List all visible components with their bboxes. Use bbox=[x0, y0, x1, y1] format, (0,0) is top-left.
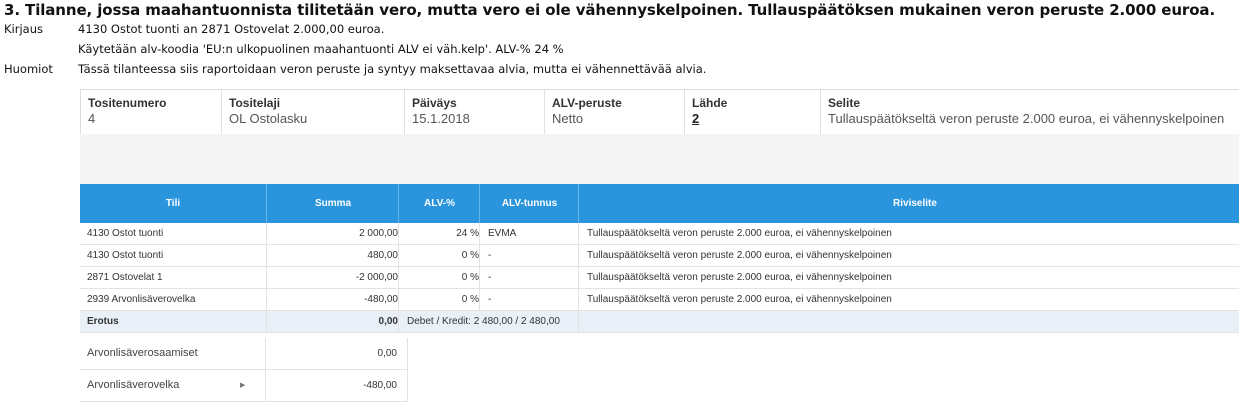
cell-account[interactable]: 2871 Ostovelat 1 bbox=[80, 267, 272, 288]
cell-amount[interactable]: -480,00 bbox=[266, 289, 398, 310]
voucher-type-value: OL Ostolasku bbox=[229, 111, 308, 126]
grid-header: Tili Summa ALV-% ALV-tunnus Riviselite bbox=[80, 184, 1239, 223]
cell-vat-code[interactable]: - bbox=[479, 245, 586, 266]
table-row[interactable]: 2939 Arvonlisäverovelka -480,00 0 % - Tu… bbox=[80, 289, 1239, 311]
voucher-date-cell: Päiväys 15.1.2018 bbox=[404, 90, 545, 135]
voucher-description-value: Tullauspäätökseltä veron peruste 2.000 e… bbox=[828, 111, 1225, 126]
voucher-number-value: 4 bbox=[88, 111, 96, 126]
voucher-source-link[interactable]: 2 bbox=[692, 111, 699, 126]
cell-vat-percent[interactable]: 24 % bbox=[398, 223, 479, 244]
summary-divider bbox=[265, 338, 266, 369]
voucher-source-label: Lähde bbox=[692, 96, 728, 110]
summary-divider bbox=[265, 370, 266, 401]
cell-account[interactable]: 4130 Ostot tuonti bbox=[80, 245, 272, 266]
cell-row-description[interactable]: Tullauspäätökseltä veron peruste 2.000 e… bbox=[578, 267, 1239, 288]
kirjaus-text-2: Käytetään alv-koodia 'EU:n ulkopuolinen … bbox=[78, 42, 564, 56]
vat-payables-label: Arvonlisäverovelka bbox=[87, 379, 180, 391]
col-header-vat-percent[interactable]: ALV-% bbox=[398, 184, 480, 223]
voucher-source-cell: Lähde 2 bbox=[684, 90, 821, 135]
vat-receivables-value: 0,00 bbox=[377, 348, 397, 359]
voucher-vat-basis-value: Netto bbox=[552, 111, 584, 126]
huomiot-text: Tässä tilanteessa siis raportoidaan vero… bbox=[78, 62, 707, 76]
cell-row-description[interactable]: Tullauspäätökseltä veron peruste 2.000 e… bbox=[578, 289, 1239, 310]
cell-vat-percent[interactable]: 0 % bbox=[398, 267, 479, 288]
vat-payables-row[interactable]: Arvonlisäverovelka ▶ -480,00 bbox=[80, 370, 408, 402]
cell-vat-percent[interactable]: 0 % bbox=[398, 289, 479, 310]
table-row[interactable]: 4130 Ostot tuonti 480,00 0 % - Tullauspä… bbox=[80, 245, 1239, 267]
voucher-header: Tositenumero 4 Tositelaji OL Ostolasku P… bbox=[80, 89, 1239, 136]
huomiot-label: Huomiot bbox=[4, 62, 53, 76]
cell-account[interactable]: 4130 Ostot tuonti bbox=[80, 223, 272, 244]
difference-filler bbox=[578, 311, 1239, 332]
kirjaus-label: Kirjaus bbox=[4, 22, 43, 36]
spacer-strip bbox=[80, 134, 1239, 184]
cell-amount[interactable]: -2 000,00 bbox=[266, 267, 398, 288]
cell-vat-code[interactable]: - bbox=[479, 267, 586, 288]
vat-receivables-row: Arvonlisäverosaamiset 0,00 bbox=[80, 338, 408, 370]
vat-summary: Arvonlisäverosaamiset 0,00 Arvonlisävero… bbox=[80, 338, 408, 402]
table-row[interactable]: 2871 Ostovelat 1 -2 000,00 0 % - Tullaus… bbox=[80, 267, 1239, 289]
col-header-amount[interactable]: Summa bbox=[266, 184, 399, 223]
cell-vat-percent[interactable]: 0 % bbox=[398, 245, 479, 266]
cell-row-description[interactable]: Tullauspäätökseltä veron peruste 2.000 e… bbox=[578, 245, 1239, 266]
voucher-date-label: Päiväys bbox=[412, 96, 457, 110]
voucher-description-cell: Selite Tullauspäätökseltä veron peruste … bbox=[820, 90, 1239, 135]
difference-amount: 0,00 bbox=[266, 311, 398, 332]
cell-vat-code[interactable]: EVMA bbox=[479, 223, 586, 244]
expand-arrow-icon[interactable]: ▶ bbox=[240, 370, 245, 401]
vat-receivables-label: Arvonlisäverosaamiset bbox=[87, 347, 198, 359]
col-header-vat-code[interactable]: ALV-tunnus bbox=[479, 184, 579, 223]
voucher-type-cell: Tositelaji OL Ostolasku bbox=[221, 90, 405, 135]
vat-payables-value: -480,00 bbox=[363, 380, 397, 391]
cell-account[interactable]: 2939 Arvonlisäverovelka bbox=[80, 289, 272, 310]
debit-credit-totals: Debet / Kredit: 2 480,00 / 2 480,00 bbox=[398, 311, 587, 332]
difference-label: Erotus bbox=[87, 316, 119, 327]
voucher-vat-basis-cell: ALV-peruste Netto bbox=[544, 90, 685, 135]
voucher-vat-basis-label: ALV-peruste bbox=[552, 96, 622, 110]
voucher-number-cell: Tositenumero 4 bbox=[81, 90, 221, 135]
kirjaus-text-1: 4130 Ostot tuonti an 2871 Ostovelat 2.00… bbox=[78, 22, 385, 36]
voucher-description-label: Selite bbox=[828, 96, 861, 110]
voucher-date-value: 15.1.2018 bbox=[412, 111, 470, 126]
difference-row: Erotus 0,00 Debet / Kredit: 2 480,00 / 2… bbox=[80, 311, 1239, 333]
cell-vat-code[interactable]: - bbox=[479, 289, 586, 310]
cell-amount[interactable]: 480,00 bbox=[266, 245, 398, 266]
col-header-account[interactable]: Tili bbox=[80, 184, 266, 223]
voucher-type-label: Tositelaji bbox=[229, 96, 281, 110]
page-heading: 3. Tilanne, jossa maahantuonnista tilite… bbox=[4, 1, 1216, 19]
cell-amount[interactable]: 2 000,00 bbox=[266, 223, 398, 244]
voucher-number-label: Tositenumero bbox=[88, 96, 167, 110]
col-header-row-description[interactable]: Riviselite bbox=[578, 184, 1239, 223]
cell-row-description[interactable]: Tullauspäätökseltä veron peruste 2.000 e… bbox=[578, 223, 1239, 244]
table-row[interactable]: 4130 Ostot tuonti 2 000,00 24 % EVMA Tul… bbox=[80, 223, 1239, 245]
